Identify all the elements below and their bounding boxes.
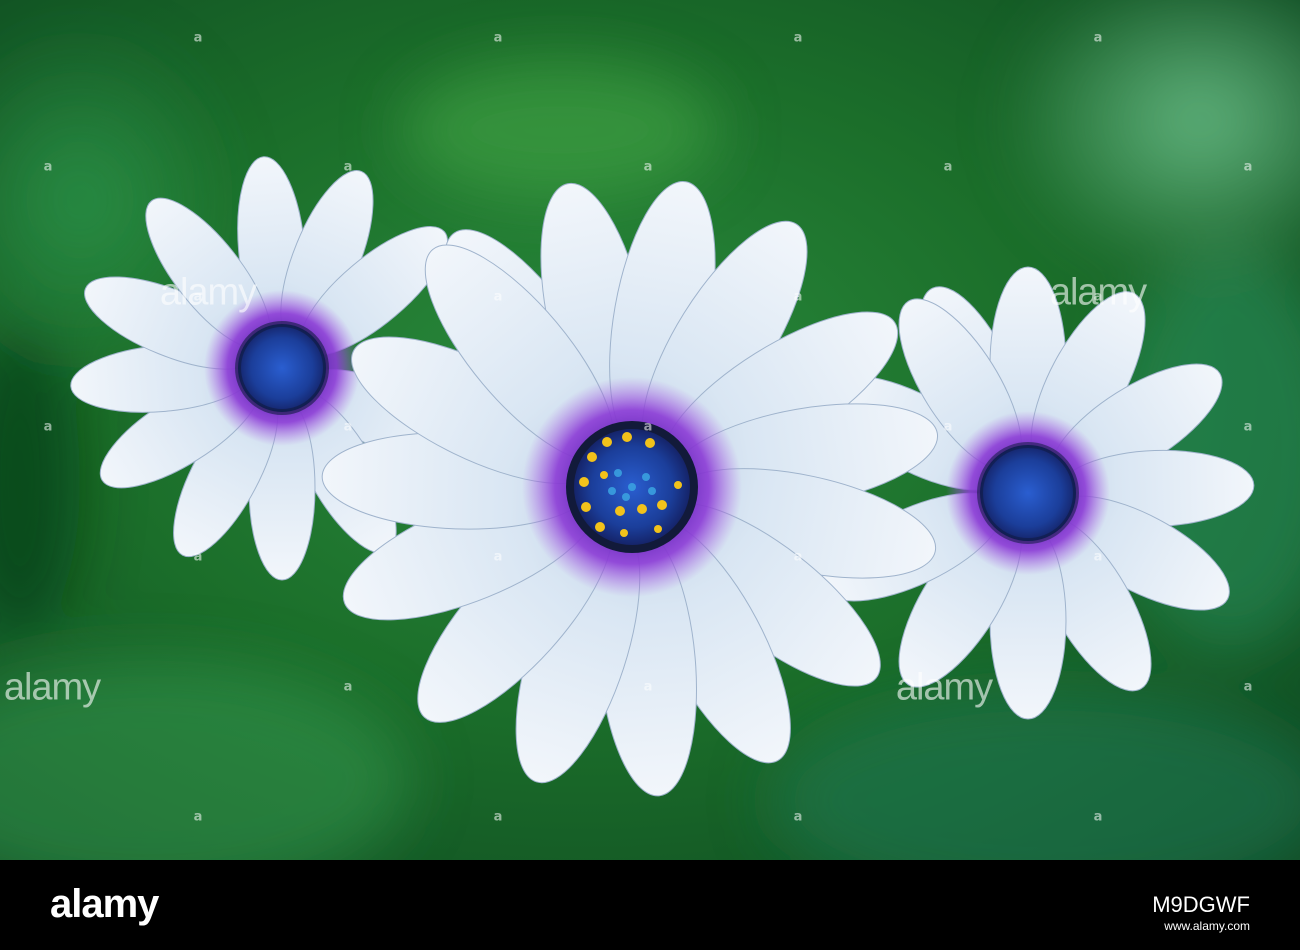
watermark-logo: a <box>643 159 653 175</box>
watermark-logo: a <box>43 159 53 175</box>
watermark-logo: a <box>493 549 503 565</box>
watermark-logo: a <box>493 289 503 305</box>
watermark-logo: a <box>643 419 653 435</box>
photo: a a a a a a a a a a a a a a a a a a a a … <box>0 0 1300 860</box>
watermark-logo: a <box>1093 549 1103 565</box>
watermark-logo: a <box>493 30 503 46</box>
watermark-text: alamy <box>159 271 257 314</box>
watermark-logo: a <box>493 809 503 825</box>
watermark-logo: a <box>1093 809 1103 825</box>
watermark-logo: a <box>1243 679 1253 695</box>
watermark-logo: a <box>343 679 353 695</box>
watermark-text: alamy <box>1049 271 1147 314</box>
watermark-logo: a <box>193 549 203 565</box>
watermark-logo: a <box>1243 159 1253 175</box>
site-link[interactable]: www.alamy.com <box>1164 918 1250 934</box>
alamy-logo[interactable]: alamy <box>50 884 159 924</box>
watermark-logo: a <box>793 549 803 565</box>
watermark-logo: a <box>343 419 353 435</box>
watermark-logo: a <box>943 419 953 435</box>
watermark-logo: a <box>943 159 953 175</box>
watermark-logo: a <box>793 809 803 825</box>
image-id: M9DGWF <box>1152 892 1250 917</box>
watermark-logo: a <box>343 159 353 175</box>
watermark-logo: a <box>193 30 203 46</box>
watermark-logo: a <box>1093 30 1103 46</box>
watermark-logo: a <box>643 679 653 695</box>
footer-bar: alamy M9DGWF www.alamy.com <box>0 860 1300 950</box>
watermark-logo: a <box>43 419 53 435</box>
watermark-text: alamy <box>3 666 101 709</box>
watermark-logo: a <box>793 30 803 46</box>
watermark-logo: a <box>793 289 803 305</box>
watermark-text: alamy <box>895 666 993 709</box>
watermark-logo: a <box>193 809 203 825</box>
watermark-logo: a <box>1243 419 1253 435</box>
